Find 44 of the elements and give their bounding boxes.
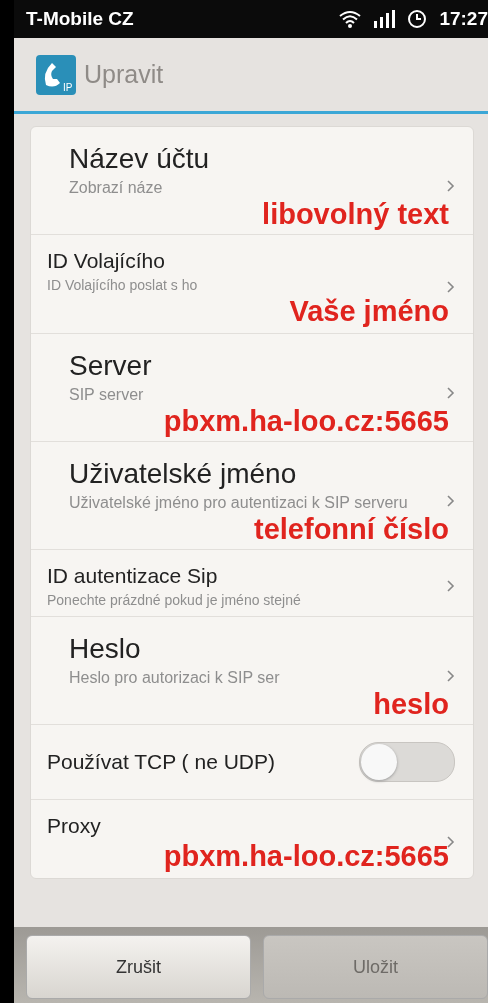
toggle-switch[interactable] <box>359 742 455 782</box>
setting-title: Heslo <box>69 632 141 666</box>
annotation-text: Vaše jméno <box>289 295 449 327</box>
settings-item[interactable]: Proxy pbxm.ha-loo.cz:5665 <box>31 800 473 878</box>
setting-description: Heslo pro autorizaci k SIP ser <box>69 668 280 688</box>
chevron-icon <box>447 281 455 293</box>
setting-description: Ponechte prázdné pokud je jméno stejné <box>47 591 301 610</box>
setting-title: ID Volajícího <box>47 248 165 274</box>
annotation-text: pbxm.ha-loo.cz:5665 <box>163 840 449 872</box>
alarm-clock-icon <box>407 9 428 29</box>
screen-title: Upravit <box>84 60 164 89</box>
chevron-icon <box>447 179 455 192</box>
carrier-name: T-Mobile CZ <box>26 8 134 30</box>
settings-item[interactable]: Uživatelské jméno Uživatelské jméno pro autentizaci k SIP serveru telefonní číslo <box>31 442 473 550</box>
cancel-button[interactable]: Zrušit <box>26 935 251 999</box>
setting-description: Uživatelské jméno pro autentizaci k SIP serveru <box>69 493 408 513</box>
setting-title: Proxy <box>47 813 101 839</box>
settings-item[interactable]: Server SIP server pbxm.ha-loo.cz:5665 <box>31 334 473 442</box>
chevron-icon <box>447 494 455 507</box>
setting-title: ID autentizace Sip <box>47 563 218 589</box>
wifi-icon <box>339 10 362 28</box>
annotation-text: pbxm.ha-loo.cz:5665 <box>163 405 449 437</box>
setting-title: Server <box>69 349 152 383</box>
annotation-text: libovolný text <box>262 198 449 230</box>
clock-time: 17:27 <box>439 8 488 30</box>
setting-title: Používat TCP ( ne UDP) <box>47 750 275 774</box>
setting-description: Zobrazí náze <box>69 178 163 198</box>
settings-item[interactable]: Používat TCP ( ne UDP) <box>31 725 473 800</box>
setting-title: Uživatelské jméno <box>69 457 297 491</box>
settings-item[interactable]: ID autentizace Sip Ponechte prázdné pokud je jméno stejné <box>31 550 473 617</box>
settings-item[interactable]: ID Volajícího ID Volajícího poslat s ho Vaše jméno <box>31 235 473 334</box>
signal-icon <box>373 10 396 28</box>
setting-description: SIP server <box>69 385 144 405</box>
annotation-text: heslo <box>373 688 449 720</box>
settings-item[interactable]: Název účtu Zobrazí náze libovolný text <box>31 127 473 235</box>
settings-item[interactable]: Heslo Heslo pro autorizaci k SIP ser heslo <box>31 617 473 725</box>
chevron-icon <box>447 836 455 848</box>
setting-title: Název účtu <box>69 142 210 176</box>
annotation-text: telefonní číslo <box>254 513 449 545</box>
chevron-icon <box>447 669 455 682</box>
chevron-icon <box>447 386 455 399</box>
chevron-icon <box>447 580 455 592</box>
setting-description: ID Volajícího poslat s ho <box>47 276 198 295</box>
phone-ip-app-icon: IP <box>36 54 76 95</box>
